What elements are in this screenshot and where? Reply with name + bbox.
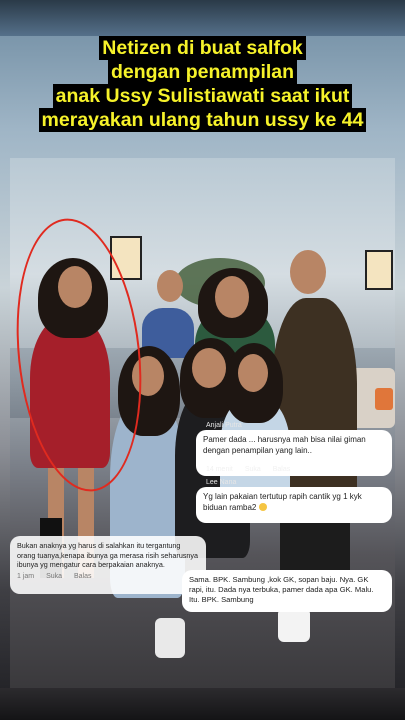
- smile-emoji-icon: [258, 503, 267, 512]
- lamp-right: [365, 250, 393, 290]
- comment-card-3: Bukan anaknya yg harus di salahkan itu t…: [10, 536, 206, 594]
- comment-text-body: Yg lain pakaian tertutup rapih cantik yg…: [203, 492, 362, 512]
- face: [238, 354, 268, 392]
- commenter-name: Lee Nana: [206, 479, 237, 486]
- sneaker: [155, 618, 185, 658]
- comment-card-4: Sama. BPK. Sambung ,kok GK, sopan baju. …: [182, 570, 392, 612]
- face: [192, 348, 226, 388]
- headline-line-1: Netizen di buat salfok: [99, 36, 306, 60]
- comment-meta-3: 1 jam Suka Balas: [17, 572, 199, 582]
- headline-line-3: anak Ussy Sulistiawati saat ikut: [52, 84, 353, 108]
- comment-text: Yg lain pakaian tertutup rapih cantik yg…: [203, 492, 385, 513]
- comment-text: Pamer dada ... harusnya mah bisa nilai g…: [203, 435, 366, 455]
- headline-line-2: dengan penampilan: [107, 60, 298, 84]
- like-link[interactable]: Suka: [46, 573, 62, 580]
- face: [215, 276, 249, 318]
- top-blurred-strip: [0, 0, 405, 36]
- comment-card-2: Lee Nana Yg lain pakaian tertutup rapih …: [196, 479, 392, 523]
- orange-cushion: [375, 388, 393, 410]
- headline-line-4: merayakan ulang tahun ussy ke 44: [38, 108, 367, 132]
- face: [290, 250, 326, 294]
- comment-text: Sama. BPK. Sambung ,kok GK, sopan baju. …: [189, 575, 374, 604]
- comment-time: 1 jam: [17, 572, 35, 580]
- bottom-blurred-strip: [0, 688, 405, 720]
- reply-link[interactable]: Balas: [273, 466, 291, 473]
- headline: Netizen di buat salfok dengan penampilan…: [0, 36, 405, 132]
- white-sneaker: [278, 608, 310, 642]
- commenter-name: Anjali Putra: [206, 422, 242, 429]
- face: [157, 270, 183, 302]
- comment-text: Bukan anaknya yg harus di salahkan itu t…: [17, 541, 199, 569]
- like-link[interactable]: Suka: [245, 466, 261, 473]
- reply-link[interactable]: Balas: [74, 573, 92, 580]
- comment-meta-1: 14 menit Suka Balas: [206, 466, 300, 473]
- comment-time: 14 menit: [206, 466, 233, 473]
